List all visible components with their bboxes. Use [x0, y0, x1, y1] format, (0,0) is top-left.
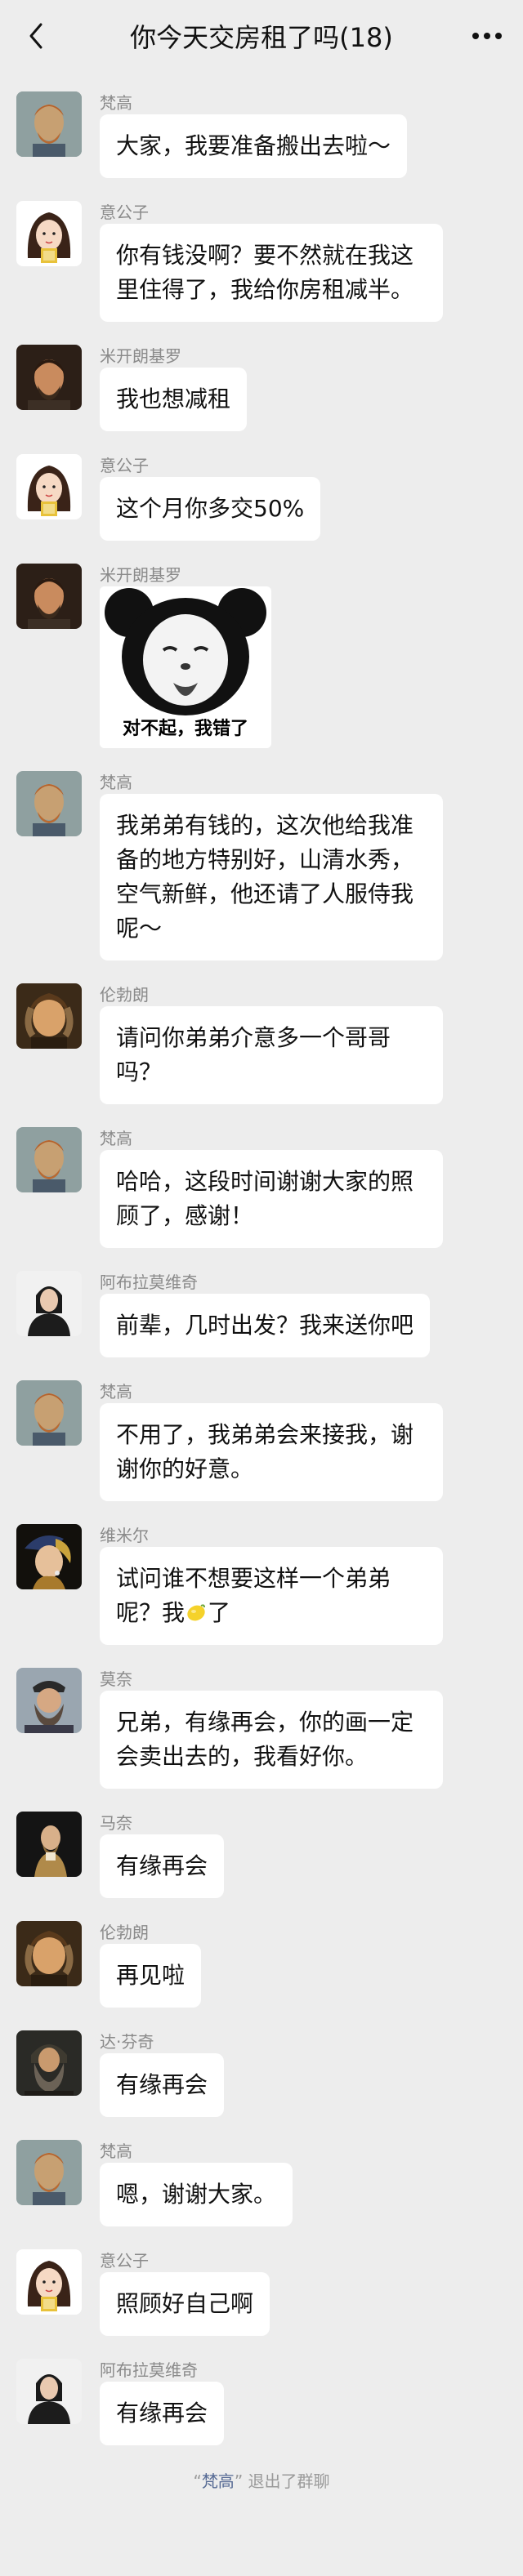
sticker-image[interactable]: 对不起，我错了 — [100, 586, 271, 748]
chat-header: 你今天交房租了吗(18) — [0, 0, 523, 72]
avatar-michelangelo[interactable] — [16, 345, 82, 410]
message-bubble[interactable]: 有缘再会 — [100, 2053, 225, 2117]
sender-name: 莫奈 — [100, 1669, 132, 1689]
avatar-davinci[interactable] — [16, 2030, 82, 2096]
message-item: 莫奈 兄弟，有缘再会，你的画一定会卖出去的，我看好你。 — [0, 1668, 523, 1789]
message-bubble[interactable]: 这个月你多交50% — [100, 477, 321, 541]
avatar-vangogh[interactable] — [16, 1380, 82, 1446]
message-text: 试问谁不想要这样一个弟弟呢？我 — [116, 1565, 391, 1626]
sender-name: 意公子 — [100, 2251, 149, 2271]
avatar-michelangelo[interactable] — [16, 564, 82, 629]
message-bubble[interactable]: 你有钱没啊？要不然就在我这里住得了，我给你房租减半。 — [100, 224, 443, 322]
message-bubble[interactable]: 请问你弟弟介意多一个哥哥吗？ — [100, 1006, 443, 1104]
message-item: 阿布拉莫维奇 前辈，几时出发？我来送你吧 — [0, 1271, 523, 1357]
sender-name: 维米尔 — [100, 1526, 149, 1545]
avatar-yigongzi[interactable] — [16, 2249, 82, 2315]
avatar-vangogh[interactable] — [16, 2140, 82, 2205]
message-bubble[interactable]: 兄弟，有缘再会，你的画一定会卖出去的，我看好你。 — [100, 1691, 443, 1789]
message-item: 维米尔 试问谁不想要这样一个弟弟呢？我了 — [0, 1524, 523, 1645]
avatar-monet[interactable] — [16, 1668, 82, 1733]
sender-name: 米开朗基罗 — [100, 565, 181, 585]
message-item: 阿布拉莫维奇 有缘再会 — [0, 2359, 523, 2445]
avatar-manet[interactable] — [16, 1812, 82, 1877]
avatar-yigongzi[interactable] — [16, 201, 82, 266]
sender-name: 伦勃朗 — [100, 1923, 149, 1942]
chat-list[interactable]: 梵高 大家，我要准备搬出去啦～ 意公子 你有钱没啊？要不然就在我这里住得了，我给… — [0, 72, 523, 2492]
sender-name: 米开朗基罗 — [100, 346, 181, 366]
message-item: 伦勃朗 再见啦 — [0, 1921, 523, 2008]
system-quote-open: “ — [193, 2471, 202, 2491]
message-bubble[interactable]: 试问谁不想要这样一个弟弟呢？我了 — [100, 1547, 443, 1645]
avatar-rembrandt[interactable] — [16, 1921, 82, 1986]
message-item: 梵高 大家，我要准备搬出去啦～ — [0, 91, 523, 178]
back-button[interactable] — [20, 20, 52, 52]
avatar-yigongzi[interactable] — [16, 454, 82, 519]
chevron-left-icon — [29, 23, 42, 49]
message-item: 意公子 你有钱没啊？要不然就在我这里住得了，我给你房租减半。 — [0, 201, 523, 322]
message-item: 达·芬奇 有缘再会 — [0, 2030, 523, 2117]
message-bubble[interactable]: 照顾好自己啊 — [100, 2272, 270, 2336]
more-button[interactable] — [471, 20, 503, 52]
avatar-vangogh[interactable] — [16, 91, 82, 157]
message-bubble[interactable]: 不用了，我弟弟会来接我，谢谢你的好意。 — [100, 1403, 443, 1501]
message-item: 意公子 照顾好自己啊 — [0, 2249, 523, 2336]
chat-title: 你今天交房租了吗(18) — [130, 22, 393, 53]
avatar-rembrandt[interactable] — [16, 983, 82, 1049]
system-notice-text: 退出了群聊 — [243, 2471, 330, 2491]
message-item: 米开朗基罗 对不起，我错了 — [0, 564, 523, 748]
avatar-vangogh[interactable] — [16, 771, 82, 836]
avatar-abramovic[interactable] — [16, 1271, 82, 1336]
system-quote-close: ” — [234, 2471, 244, 2491]
message-item: 米开朗基罗 我也想减租 — [0, 345, 523, 431]
sender-name: 马奈 — [100, 1813, 132, 1833]
message-item: 梵高 嗯，谢谢大家。 — [0, 2140, 523, 2226]
sender-name: 梵高 — [100, 93, 132, 113]
message-item: 马奈 有缘再会 — [0, 1812, 523, 1898]
avatar-abramovic[interactable] — [16, 2359, 82, 2424]
message-bubble[interactable]: 嗯，谢谢大家。 — [100, 2163, 293, 2226]
sender-name: 达·芬奇 — [100, 2032, 154, 2052]
sender-name: 意公子 — [100, 456, 149, 475]
message-item: 梵高 不用了，我弟弟会来接我，谢谢你的好意。 — [0, 1380, 523, 1501]
lemon-icon — [187, 1604, 206, 1621]
message-bubble[interactable]: 哈哈，这段时间谢谢大家的照顾了，感谢！ — [100, 1150, 443, 1248]
sender-name: 阿布拉莫维奇 — [100, 2360, 198, 2380]
avatar-vangogh[interactable] — [16, 1127, 82, 1192]
sender-name: 意公子 — [100, 203, 149, 222]
message-bubble[interactable]: 有缘再会 — [100, 2382, 225, 2445]
message-bubble[interactable]: 再见啦 — [100, 1944, 202, 2008]
message-bubble[interactable]: 我弟弟有钱的，这次他给我准备的地方特别好，山清水秀，空气新鲜，他还请了人服侍我呢… — [100, 794, 443, 960]
sender-name: 梵高 — [100, 1129, 132, 1148]
system-notice-user[interactable]: 梵高 — [202, 2471, 235, 2491]
sticker-caption: 对不起，我错了 — [122, 719, 248, 739]
message-text: 了 — [208, 1599, 231, 1626]
message-item: 梵高 我弟弟有钱的，这次他给我准备的地方特别好，山清水秀，空气新鲜，他还请了人服… — [0, 771, 523, 960]
message-bubble[interactable]: 有缘再会 — [100, 1834, 225, 1898]
message-item: 伦勃朗 请问你弟弟介意多一个哥哥吗？ — [0, 983, 523, 1104]
sender-name: 梵高 — [100, 2141, 132, 2161]
more-icon — [472, 33, 502, 39]
message-item: 意公子 这个月你多交50% — [0, 454, 523, 541]
sender-name: 伦勃朗 — [100, 985, 149, 1005]
sender-name: 梵高 — [100, 773, 132, 792]
sender-name: 阿布拉莫维奇 — [100, 1272, 198, 1292]
message-bubble[interactable]: 我也想减租 — [100, 368, 248, 431]
message-item: 梵高 哈哈，这段时间谢谢大家的照顾了，感谢！ — [0, 1127, 523, 1248]
message-bubble[interactable]: 前辈，几时出发？我来送你吧 — [100, 1294, 431, 1357]
system-notice: “梵高” 退出了群聊 — [0, 2468, 523, 2492]
sender-name: 梵高 — [100, 1382, 132, 1402]
avatar-vermeer[interactable] — [16, 1524, 82, 1589]
message-bubble[interactable]: 大家，我要准备搬出去啦～ — [100, 114, 408, 178]
